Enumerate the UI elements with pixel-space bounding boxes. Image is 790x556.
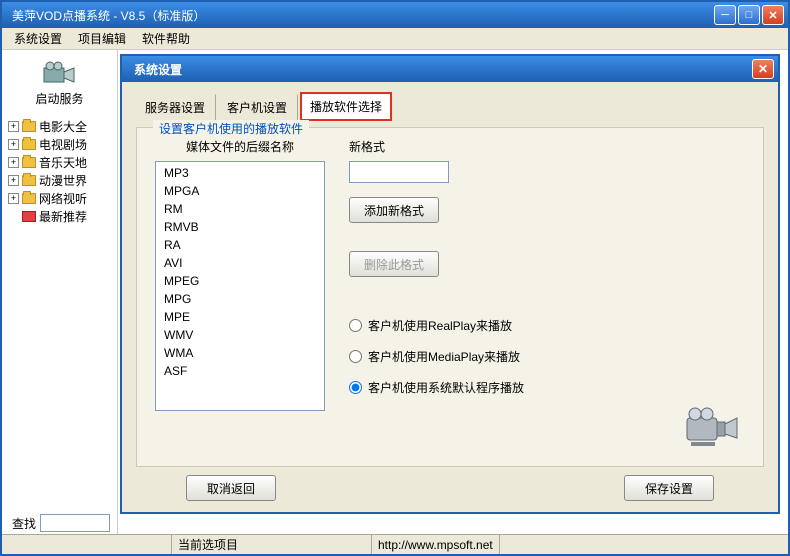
tree-item-tv[interactable]: +电视剧场 <box>4 135 115 153</box>
list-item[interactable]: MPG <box>156 290 324 308</box>
tree-item-anime[interactable]: +动漫世界 <box>4 171 115 189</box>
list-item[interactable]: MP3 <box>156 164 324 182</box>
dialog-tabs: 服务器设置 客户机设置 播放软件选择 <box>136 92 764 121</box>
new-format-label: 新格式 <box>349 138 745 155</box>
expand-icon[interactable]: + <box>8 175 19 186</box>
close-button[interactable]: ✕ <box>762 5 784 25</box>
tab-player-select[interactable]: 播放软件选择 <box>300 92 392 121</box>
menu-software-help[interactable]: 软件帮助 <box>134 27 198 50</box>
player-radio-group: 客户机使用RealPlay来播放 客户机使用MediaPlay来播放 客户机使用… <box>349 317 745 396</box>
tree-item-latest[interactable]: 最新推荐 <box>4 207 115 225</box>
expand-icon[interactable]: + <box>8 139 19 150</box>
list-item[interactable]: WMV <box>156 326 324 344</box>
settings-dialog: 系统设置 ✕ 服务器设置 客户机设置 播放软件选择 设置客户机使用的播放软件 媒… <box>120 54 780 514</box>
list-item[interactable]: RMVB <box>156 218 324 236</box>
start-service-button[interactable]: 启动服务 <box>4 54 115 117</box>
start-service-label: 启动服务 <box>4 90 115 107</box>
list-item[interactable]: WMA <box>156 344 324 362</box>
extensions-listbox[interactable]: MP3 MPGA RM RMVB RA AVI MPEG MPG MPE WMV… <box>155 161 325 411</box>
folder-icon <box>22 175 36 186</box>
status-url: http://www.mpsoft.net <box>372 535 500 554</box>
new-format-input[interactable] <box>349 161 449 183</box>
main-window: 美萍VOD点播系统 - V8.5（标准版） ─ □ ✕ 系统设置 项目编辑 软件… <box>0 0 790 556</box>
tab-client-settings[interactable]: 客户机设置 <box>218 94 298 121</box>
menu-bar: 系统设置 项目编辑 软件帮助 <box>2 28 788 50</box>
expand-icon[interactable]: + <box>8 193 19 204</box>
camera-icon <box>40 60 80 88</box>
expand-icon[interactable]: + <box>8 157 19 168</box>
tree-item-movies[interactable]: +电影大全 <box>4 117 115 135</box>
dialog-close-button[interactable]: ✕ <box>752 59 774 79</box>
list-item[interactable]: ASF <box>156 362 324 380</box>
dialog-title: 系统设置 <box>126 61 752 78</box>
player-groupbox: 设置客户机使用的播放软件 媒体文件的后缀名称 MP3 MPGA RM RMVB … <box>136 127 764 467</box>
list-item[interactable]: MPEG <box>156 272 324 290</box>
media-ext-label: 媒体文件的后缀名称 <box>155 138 325 155</box>
dialog-titlebar: 系统设置 ✕ <box>122 56 778 82</box>
maximize-button[interactable]: □ <box>738 5 760 25</box>
list-item[interactable]: AVI <box>156 254 324 272</box>
cancel-button[interactable]: 取消返回 <box>186 475 276 501</box>
status-current-item: 当前选项目 <box>172 535 372 554</box>
save-button[interactable]: 保存设置 <box>624 475 714 501</box>
delete-format-button[interactable]: 删除此格式 <box>349 251 439 277</box>
list-item[interactable]: RA <box>156 236 324 254</box>
groupbox-legend: 设置客户机使用的播放软件 <box>153 120 309 137</box>
window-title: 美萍VOD点播系统 - V8.5（标准版） <box>6 7 714 24</box>
add-format-button[interactable]: 添加新格式 <box>349 197 439 223</box>
list-item[interactable]: MPGA <box>156 182 324 200</box>
folder-icon <box>22 211 36 222</box>
camcorder-icon <box>681 400 741 450</box>
search-label: 查找 <box>12 515 36 532</box>
tree-item-network[interactable]: +网络视听 <box>4 189 115 207</box>
menu-system-settings[interactable]: 系统设置 <box>6 27 70 50</box>
sidebar: 启动服务 +电影大全 +电视剧场 +音乐天地 +动漫世界 +网络视听 最新推荐 <box>2 50 118 534</box>
minimize-button[interactable]: ─ <box>714 5 736 25</box>
radio-mediaplay[interactable]: 客户机使用MediaPlay来播放 <box>349 348 745 365</box>
folder-icon <box>22 121 36 132</box>
folder-icon <box>22 139 36 150</box>
main-titlebar: 美萍VOD点播系统 - V8.5（标准版） ─ □ ✕ <box>2 2 788 28</box>
search-bar: 查找 <box>12 514 110 532</box>
expand-icon[interactable]: + <box>8 121 19 132</box>
menu-project-edit[interactable]: 项目编辑 <box>70 27 134 50</box>
radio-system-default[interactable]: 客户机使用系统默认程序播放 <box>349 379 745 396</box>
folder-icon <box>22 157 36 168</box>
status-bar: 当前选项目 http://www.mpsoft.net <box>2 534 788 554</box>
tab-server-settings[interactable]: 服务器设置 <box>136 94 216 121</box>
radio-realplay[interactable]: 客户机使用RealPlay来播放 <box>349 317 745 334</box>
search-input[interactable] <box>40 514 110 532</box>
folder-icon <box>22 193 36 204</box>
list-item[interactable]: MPE <box>156 308 324 326</box>
category-tree: +电影大全 +电视剧场 +音乐天地 +动漫世界 +网络视听 最新推荐 <box>4 117 115 225</box>
tree-item-music[interactable]: +音乐天地 <box>4 153 115 171</box>
list-item[interactable]: RM <box>156 200 324 218</box>
